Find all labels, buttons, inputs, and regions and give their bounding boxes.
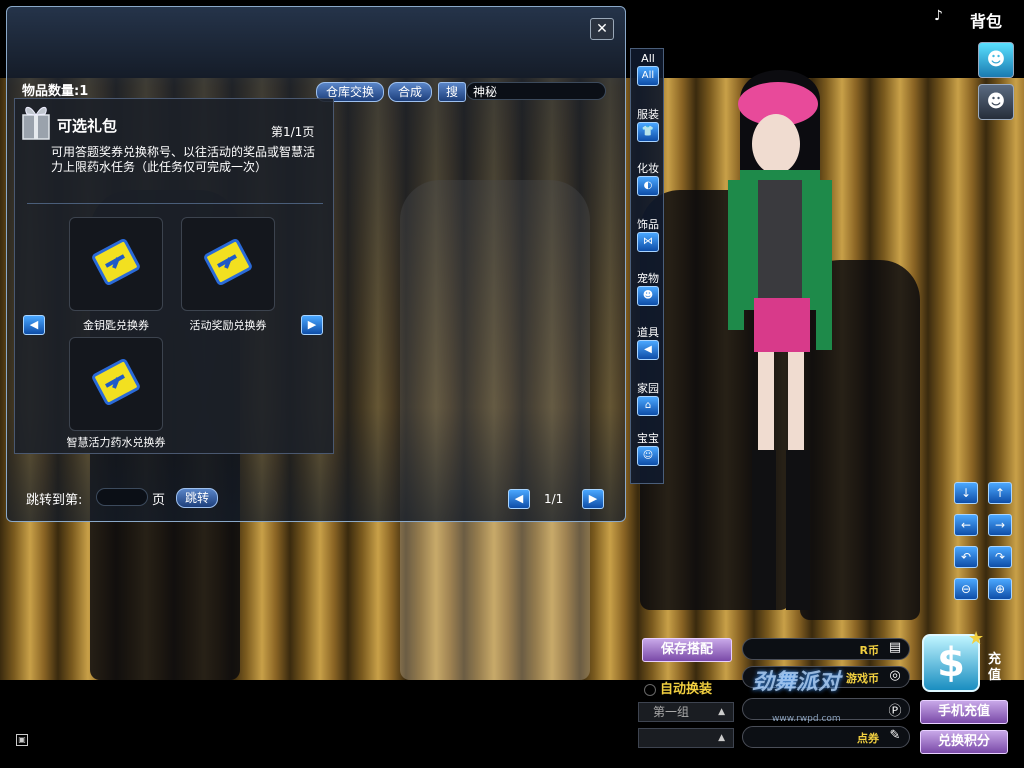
stage-floor (0, 680, 1024, 768)
triangle-up-icon: ▲ (718, 733, 725, 743)
category-makeup[interactable]: 化妆 ◐ (631, 163, 665, 196)
bow-icon: ⋈ (637, 232, 659, 252)
robot-face-icon: ☻ (986, 49, 1006, 70)
makeup-icon: ◐ (637, 176, 659, 196)
outfit-group-select-2[interactable]: ▲ (638, 728, 734, 748)
move-up-button[interactable]: ↑ (988, 482, 1012, 504)
zoom-out-button[interactable]: ⊖ (954, 578, 978, 600)
player-avatar (728, 70, 832, 610)
avatar-view-button[interactable]: ☻ (978, 42, 1014, 78)
move-right-button[interactable]: → (988, 514, 1012, 536)
coupon-icon (92, 358, 140, 406)
gift-prev-arrow[interactable]: ◀ (23, 315, 45, 335)
shirt-icon: 👕 (637, 122, 659, 142)
rotate-right-button[interactable]: ↷ (988, 546, 1012, 568)
gift-next-arrow[interactable]: ▶ (301, 315, 323, 335)
prev-page-arrow[interactable]: ◀ (508, 489, 530, 509)
category-home[interactable]: 家园 ⌂ (631, 383, 665, 416)
save-outfit-button[interactable]: 保存搭配 (642, 638, 732, 662)
gift-slot-3-label: 智慧活力药水兑换券 (66, 436, 166, 449)
item-count: 物品数量:1 (22, 84, 89, 99)
jump-button[interactable]: 跳转 (176, 488, 218, 508)
next-page-arrow[interactable]: ▶ (582, 489, 604, 509)
all-icon: All (637, 66, 659, 86)
coins-icon: ◎ (889, 668, 901, 683)
divider (27, 203, 323, 204)
game-logo-watermark: 劲舞派对 (752, 670, 841, 695)
jump-page-input[interactable] (96, 488, 148, 506)
coupon-field: 点券 ✎ (742, 726, 910, 748)
gift-slot-1[interactable] (69, 217, 163, 311)
alt-view-button[interactable]: ☻ (978, 84, 1014, 120)
baby-icon: ☺ (637, 446, 659, 466)
jump-label: 跳转到第: (26, 493, 83, 508)
house-icon: ⌂ (637, 396, 659, 416)
gift-slot-1-label: 金钥匙兑换券 (83, 319, 149, 332)
megaphone-icon: ◀ (637, 340, 659, 360)
dollar-icon: $ (937, 640, 965, 686)
star-badge-icon: ★ (968, 628, 985, 649)
watermark-url: www.rwpd.com (772, 714, 841, 724)
category-clothing[interactable]: 服装 👕 (631, 109, 665, 142)
gift-box-icon (22, 106, 50, 140)
r-coin-field: R币 ▤ (742, 638, 910, 660)
pet-icon: ☻ (637, 286, 659, 306)
category-bar: All All 服装 👕 化妆 ◐ 饰品 ⋈ 宠物 ☻ 道具 ◀ 家园 ⌂ 宝宝… (630, 48, 664, 484)
recharge-label: 充值 (988, 652, 1002, 683)
category-items[interactable]: 道具 ◀ (631, 327, 665, 360)
coupon-ticket-icon: ✎ (889, 728, 901, 743)
outfit-group-select[interactable]: 第一组 ▲ (638, 702, 734, 722)
combine-button[interactable]: 合成 (388, 82, 432, 102)
backpack-icon: ♪ (934, 8, 943, 24)
gift-slot-2-label: 活动奖励兑换券 (189, 319, 267, 332)
gift-page-indicator: 第1/1页 (271, 125, 315, 139)
category-accessories[interactable]: 饰品 ⋈ (631, 219, 665, 252)
backpack-title: 背包 (970, 12, 1003, 31)
robot-face-icon: ☻ (986, 91, 1006, 112)
jump-unit: 页 (152, 493, 166, 508)
gift-title: 可选礼包 (57, 117, 118, 135)
move-left-button[interactable]: ← (954, 514, 978, 536)
coupon-icon (204, 238, 252, 286)
exchange-points-button[interactable]: 兑换积分 (920, 730, 1008, 754)
gift-panel: 可选礼包 第1/1页 可用答题奖券兑换称号、以往活动的奖品或智慧活力上限药水任务… (14, 98, 334, 454)
category-pets[interactable]: 宠物 ☻ (631, 273, 665, 306)
coupon-icon (92, 238, 140, 286)
gift-slot-3[interactable] (69, 337, 163, 431)
category-all[interactable]: All All (631, 53, 665, 86)
close-button[interactable]: ✕ (590, 18, 614, 40)
zoom-in-button[interactable]: ⊕ (988, 578, 1012, 600)
move-down-button[interactable]: ↓ (954, 482, 978, 504)
page-count: 1/1 (544, 492, 564, 506)
search-button[interactable]: 搜 (438, 82, 466, 102)
triangle-up-icon: ▲ (718, 707, 725, 717)
rotate-left-button[interactable]: ↶ (954, 546, 978, 568)
r-coin-icon: ▤ (888, 640, 902, 655)
mobile-recharge-button[interactable]: 手机充值 (920, 700, 1008, 724)
window-mode-icon[interactable]: ▣ (16, 734, 28, 746)
p-points-icon: Ⓟ (888, 704, 902, 719)
gift-description: 可用答题奖券兑换称号、以往活动的奖品或智慧活力上限药水任务（此任务仅可完成一次） (51, 145, 316, 174)
auto-dress-radio[interactable] (644, 684, 656, 696)
auto-dress-label: 自动换装 (660, 682, 713, 697)
gift-slot-2[interactable] (181, 217, 275, 311)
search-input[interactable] (466, 82, 606, 100)
category-baby[interactable]: 宝宝 ☺ (631, 433, 665, 466)
